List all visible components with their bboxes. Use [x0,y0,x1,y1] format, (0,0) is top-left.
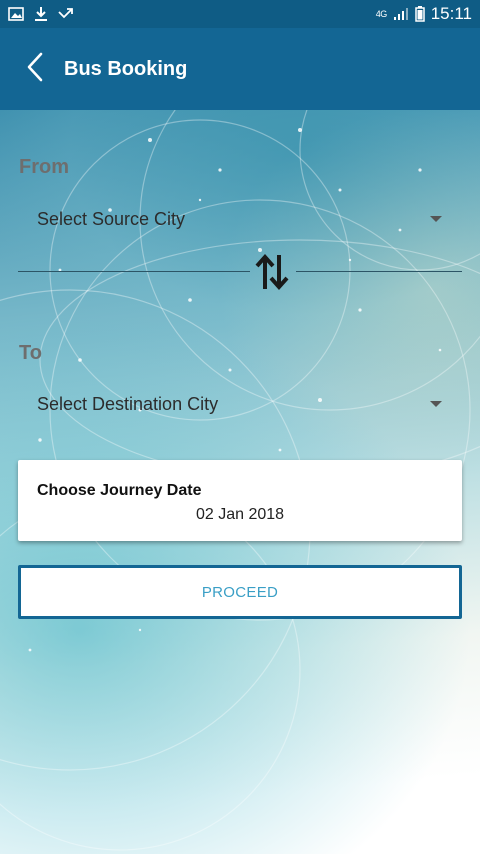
source-city-select[interactable]: Select Source City [18,196,462,242]
divider-left [18,271,250,272]
journey-date-value: 02 Jan 2018 [195,506,285,523]
status-time: 15:11 [430,4,472,23]
destination-city-select[interactable]: Select Destination City [18,381,462,427]
dropdown-arrow-icon [430,216,442,222]
dropdown-arrow-icon [430,401,442,407]
status-right: 4G 15:11 [376,4,472,24]
proceed-button[interactable]: PROCEED [18,565,462,619]
page-title: Bus Booking [64,57,188,80]
journey-date-card[interactable]: Choose Journey Date 02 Jan 2018 [18,460,462,541]
journey-date-title: Choose Journey Date [37,482,202,499]
status-bar: 4G 15:11 [0,0,480,28]
swap-vertical-icon [254,253,290,296]
chevron-left-icon [26,52,44,87]
signal-icon [393,7,409,21]
status-left [8,6,74,22]
battery-icon [414,6,425,22]
swap-cities-button[interactable] [250,252,294,296]
destination-city-placeholder: Select Destination City [37,393,219,414]
back-button[interactable] [10,39,60,99]
gallery-icon [8,7,24,21]
from-label: From [19,156,69,178]
missed-call-icon [58,7,74,21]
app-bar: Bus Booking [0,28,480,110]
divider-right [296,271,462,272]
source-city-placeholder: Select Source City [37,208,186,229]
download-icon [34,6,48,22]
network-type: 4G [375,8,388,19]
to-label: To [19,342,42,364]
